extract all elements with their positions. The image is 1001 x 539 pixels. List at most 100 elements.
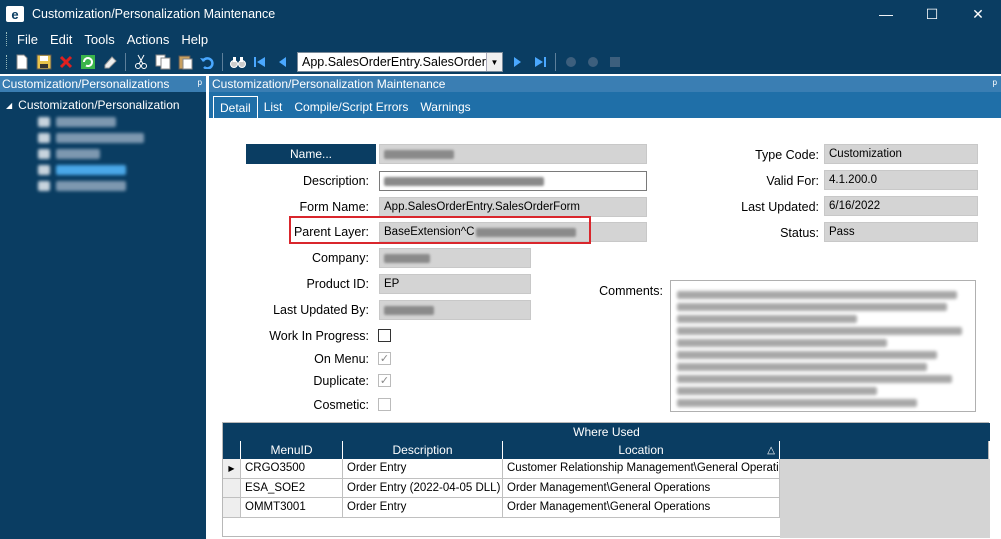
- menu-file[interactable]: File: [11, 32, 44, 47]
- pin-icon[interactable]: ᵖ: [197, 77, 202, 91]
- menu-tools[interactable]: Tools: [78, 32, 120, 47]
- tree-item[interactable]: [38, 114, 206, 130]
- paste-icon[interactable]: [174, 52, 196, 72]
- wip-label: Work In Progress:: [269, 329, 369, 343]
- tree-root-label: Customization/Personalization: [18, 98, 180, 112]
- cell-location: Customer Relationship Management\General…: [503, 459, 780, 478]
- cell-location: Order Management\General Operations: [503, 498, 780, 517]
- title-bar: e Customization/Personalization Maintena…: [0, 0, 1001, 28]
- comments-textarea[interactable]: [670, 280, 976, 412]
- current-row-icon: ▶: [223, 459, 241, 478]
- valid-for-label: Valid For:: [766, 174, 819, 188]
- left-panel-title: Customization/Personalizations: [2, 77, 170, 91]
- sort-ascending-icon: △: [767, 444, 775, 456]
- left-panel-header: Customization/Personalizations ᵖ: [0, 76, 206, 92]
- valid-for-field: 4.1.200.0: [824, 170, 978, 190]
- tree-root[interactable]: ◢ Customization/Personalization: [0, 96, 206, 114]
- chevron-down-icon[interactable]: ▼: [486, 53, 502, 71]
- undo-icon[interactable]: [196, 52, 218, 72]
- form-name-label: Form Name:: [299, 200, 369, 214]
- where-used-grid: Where Used MenuID Description Location △…: [222, 422, 990, 538]
- toolbar: App.SalesOrderEntry.SalesOrder ▼: [0, 50, 1001, 74]
- product-id-label: Product ID:: [306, 277, 369, 291]
- cell-description: Order Entry (2022-04-05 DLL): [343, 478, 503, 497]
- disabled-action-icon: [582, 52, 604, 72]
- duplicate-checkbox: ✓: [378, 374, 391, 387]
- window-title: Customization/Personalization Maintenanc…: [32, 7, 276, 21]
- name-field[interactable]: [379, 144, 647, 164]
- cut-icon[interactable]: [130, 52, 152, 72]
- column-header-location[interactable]: Location △: [503, 441, 780, 459]
- status-label: Status:: [780, 226, 819, 240]
- disabled-action-icon: [604, 52, 626, 72]
- last-updated-by-label: Last Updated By:: [273, 303, 369, 317]
- tab-list[interactable]: List: [258, 96, 289, 118]
- last-icon[interactable]: [529, 52, 551, 72]
- tab-compile-script-errors[interactable]: Compile/Script Errors: [288, 96, 414, 118]
- prev-icon[interactable]: [271, 52, 293, 72]
- cell-location: Order Management\General Operations: [503, 478, 780, 497]
- tab-warnings[interactable]: Warnings: [414, 96, 476, 118]
- left-panel: Customization/Personalizations ᵖ ◢ Custo…: [0, 76, 206, 539]
- cell-description: Order Entry: [343, 498, 503, 517]
- row-selector: [223, 478, 241, 497]
- cell-menuid: OMMT3001: [241, 498, 343, 517]
- last-updated-field: 6/16/2022: [824, 196, 978, 216]
- on-menu-checkbox: ✓: [378, 352, 391, 365]
- form-select[interactable]: App.SalesOrderEntry.SalesOrder ▼: [297, 52, 503, 72]
- refresh-icon[interactable]: [77, 52, 99, 72]
- tree-children: [38, 114, 206, 194]
- name-button[interactable]: Name...: [246, 144, 376, 164]
- wip-checkbox[interactable]: [378, 329, 391, 342]
- new-icon[interactable]: [11, 52, 33, 72]
- description-field[interactable]: [379, 171, 647, 191]
- status-field: Pass: [824, 222, 978, 242]
- column-header-menuid[interactable]: MenuID: [241, 441, 343, 459]
- company-label: Company:: [312, 251, 369, 265]
- tree-item[interactable]: [38, 178, 206, 194]
- duplicate-label: Duplicate:: [313, 374, 369, 388]
- column-header-location-label: Location: [618, 443, 664, 457]
- menu-grip[interactable]: [6, 32, 9, 46]
- detail-content: Name... Description: Form Name: App.Sale…: [209, 118, 1001, 539]
- toolbar-grip[interactable]: [6, 55, 9, 69]
- tree-item[interactable]: [38, 146, 206, 162]
- maximize-button[interactable]: ☐: [909, 0, 955, 28]
- menu-bar: File Edit Tools Actions Help: [0, 28, 1001, 50]
- binoculars-icon[interactable]: [227, 52, 249, 72]
- next-icon[interactable]: [507, 52, 529, 72]
- clear-icon[interactable]: [99, 52, 121, 72]
- menu-edit[interactable]: Edit: [44, 32, 78, 47]
- tree-item[interactable]: [38, 130, 206, 146]
- save-icon[interactable]: [33, 52, 55, 72]
- cell-description: Order Entry: [343, 459, 503, 478]
- highlight-box: [289, 216, 591, 244]
- form-select-value: App.SalesOrderEntry.SalesOrder: [302, 55, 486, 69]
- cell-menuid: CRGO3500: [241, 459, 343, 478]
- right-panel-title: Customization/Personalization Maintenanc…: [212, 77, 446, 91]
- delete-icon[interactable]: [55, 52, 77, 72]
- last-updated-label: Last Updated:: [741, 200, 819, 214]
- form-name-field: App.SalesOrderEntry.SalesOrderForm: [379, 197, 647, 217]
- close-button[interactable]: ✕: [955, 0, 1001, 28]
- minimize-button[interactable]: —: [863, 0, 909, 28]
- column-header-description[interactable]: Description: [343, 441, 503, 459]
- grid-empty-area: [780, 459, 990, 538]
- product-id-field: EP: [379, 274, 531, 294]
- cosmetic-label: Cosmetic:: [313, 398, 369, 412]
- menu-actions[interactable]: Actions: [121, 32, 176, 47]
- on-menu-label: On Menu:: [314, 352, 369, 366]
- tab-detail[interactable]: Detail: [213, 96, 258, 118]
- pin-icon[interactable]: ᵖ: [992, 77, 997, 91]
- copy-icon[interactable]: [152, 52, 174, 72]
- row-selector: [223, 498, 241, 517]
- last-updated-by-field: [379, 300, 531, 320]
- app-logo-icon: e: [6, 6, 24, 22]
- first-icon[interactable]: [249, 52, 271, 72]
- description-label: Description:: [303, 174, 369, 188]
- tree-expand-icon[interactable]: ◢: [6, 101, 12, 110]
- tree-item-selected[interactable]: [38, 162, 206, 178]
- menu-help[interactable]: Help: [175, 32, 214, 47]
- right-panel-header: Customization/Personalization Maintenanc…: [209, 76, 1001, 92]
- disabled-action-icon: [560, 52, 582, 72]
